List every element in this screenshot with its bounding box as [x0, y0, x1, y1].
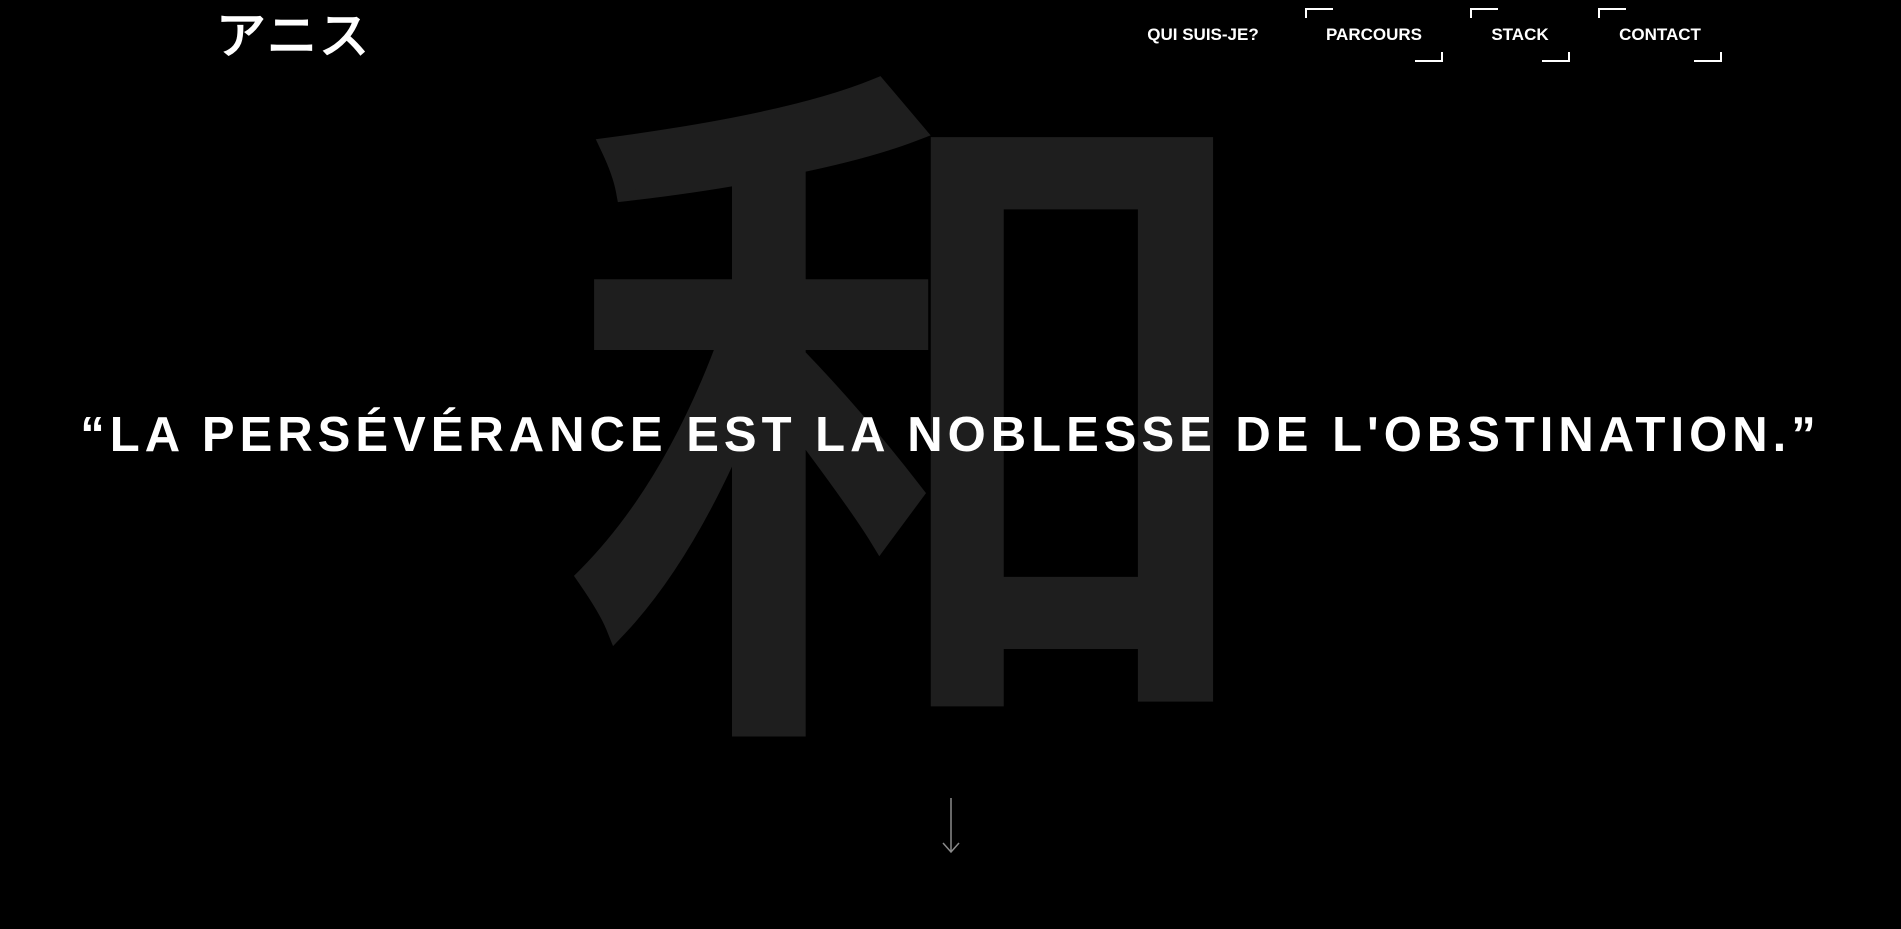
- quote-rest: EST LA NOBLESSE DE L'OBSTINATION.”: [667, 407, 1821, 462]
- arrow-down-icon[interactable]: [941, 796, 961, 856]
- arrow-down-icon-svg: [942, 798, 960, 854]
- nav-item-stack[interactable]: STACK: [1470, 8, 1570, 62]
- page: アニス QUI SUIS-JE? PARCOURS STACK CONTACT …: [0, 0, 1901, 929]
- quote-open: “LA: [80, 407, 202, 462]
- nav-item-parcours[interactable]: PARCOURS: [1305, 8, 1443, 62]
- nav-item-contact[interactable]: CONTACT: [1598, 8, 1722, 62]
- hero-quote: “LA PERSÉVÉRANCE EST LA NOBLESSE DE L'OB…: [0, 405, 1901, 465]
- quote-emphasis: PERSÉVÉRANCE: [201, 407, 668, 462]
